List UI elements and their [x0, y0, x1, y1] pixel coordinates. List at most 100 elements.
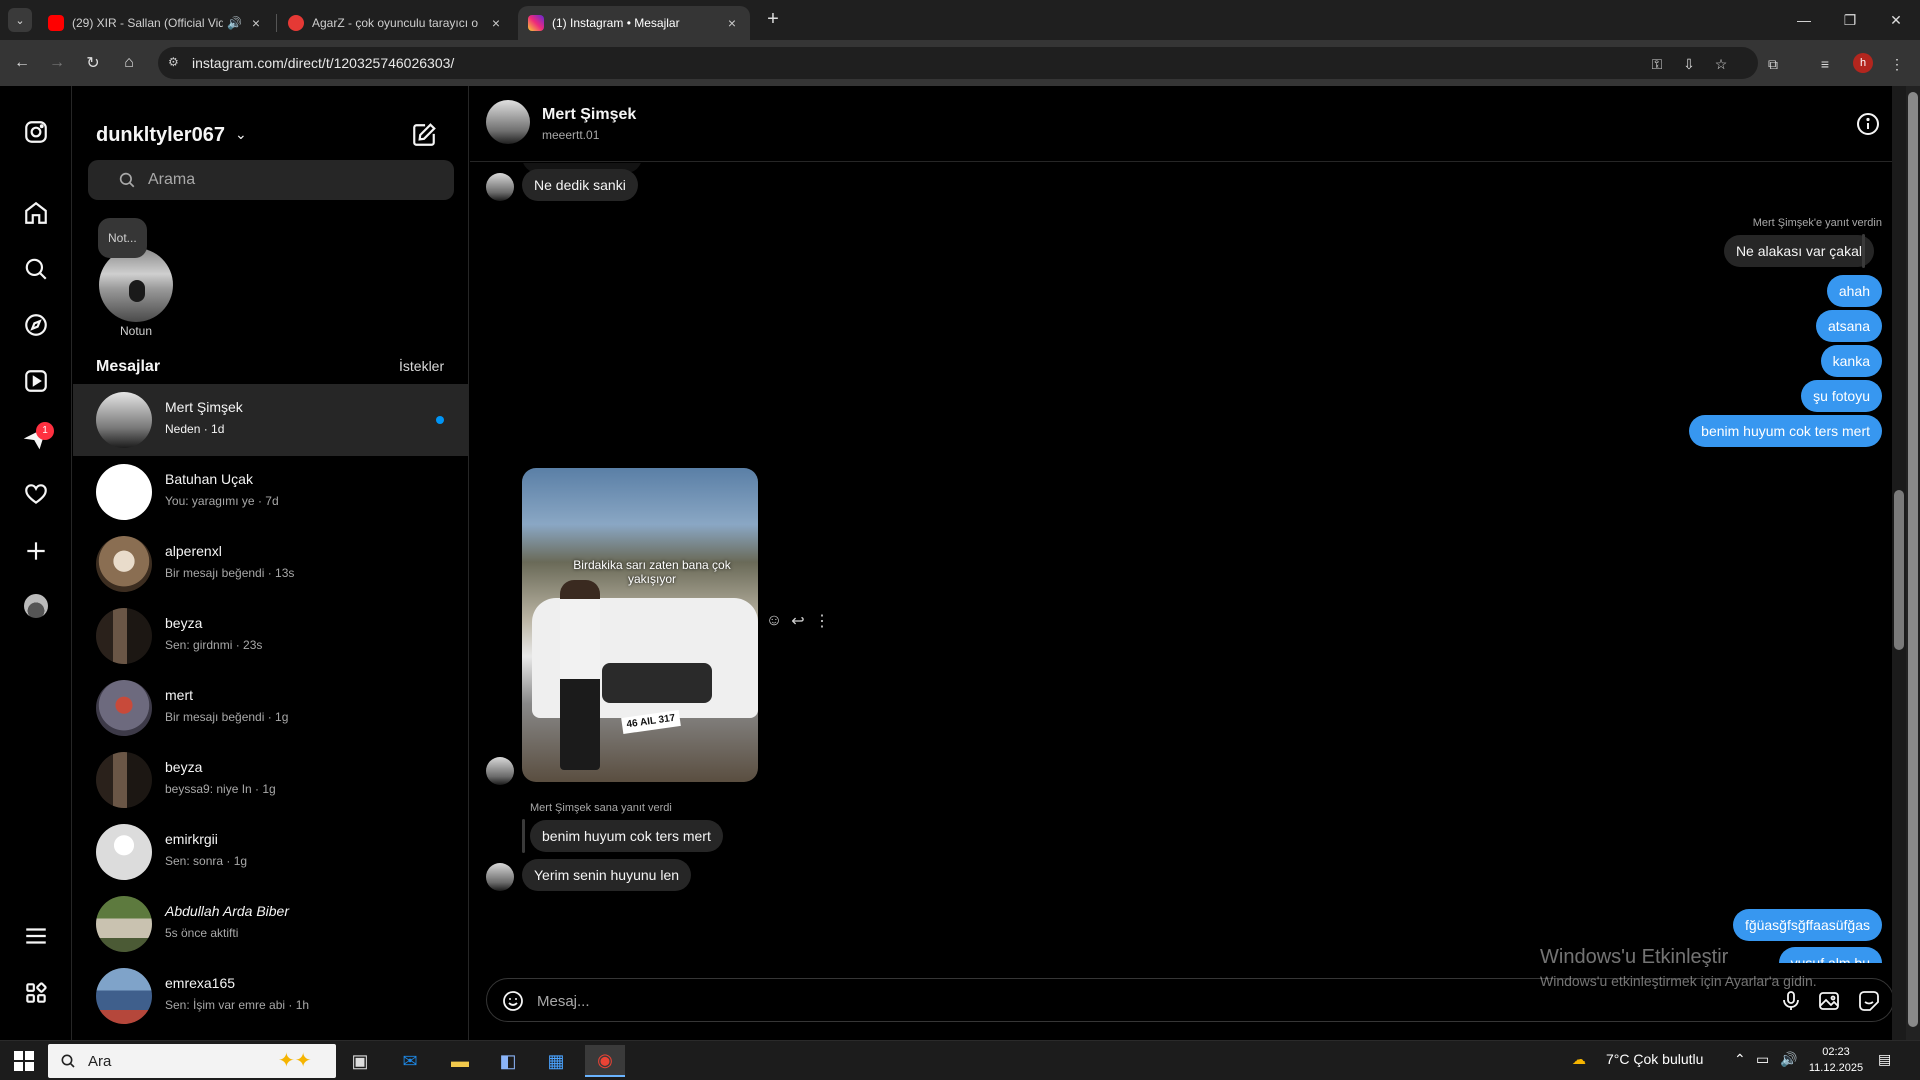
close-tab-icon[interactable]: ×	[248, 15, 264, 31]
new-tab-button[interactable]: +	[760, 8, 786, 32]
restore-button[interactable]: ❐	[1827, 0, 1873, 40]
outlook-icon[interactable]: ✉	[390, 1045, 430, 1077]
emoji-react-icon[interactable]: ☺	[764, 611, 784, 631]
instagram-logo-icon[interactable]	[22, 118, 50, 146]
message-input[interactable]	[537, 989, 1637, 1013]
extensions-icon[interactable]: ⧉	[1762, 53, 1784, 75]
emoji-icon[interactable]	[501, 989, 525, 1013]
thread-item[interactable]: Abdullah Arda Biber 5s önce aktifti	[73, 888, 468, 960]
minimize-button[interactable]: —	[1781, 0, 1827, 40]
note-bubble[interactable]: Not...	[98, 218, 147, 258]
search-input[interactable]	[148, 168, 428, 192]
thread-name: emrexa165	[165, 975, 236, 991]
thread-item[interactable]: beyza beyssa9: niye In · 1g	[73, 744, 468, 816]
close-tab-icon[interactable]: ×	[724, 15, 740, 31]
site-info-icon[interactable]: ⚙	[168, 55, 184, 71]
reply-indicator-bar	[522, 819, 525, 853]
outgoing-message[interactable]: şu fotoyu	[1801, 380, 1882, 412]
notifications-heart-icon[interactable]	[22, 480, 50, 508]
note-avatar[interactable]	[99, 248, 173, 322]
bookmark-star-icon[interactable]: ☆	[1710, 53, 1732, 75]
outgoing-message[interactable]: fğüasğfsğffaasüfğas	[1732, 909, 1882, 941]
url-text[interactable]: instagram.com/direct/t/120325746026303/	[192, 55, 454, 71]
menu-hamburger-icon[interactable]	[22, 922, 50, 950]
outgoing-message[interactable]: ahah	[1826, 275, 1882, 307]
thread-item[interactable]: beyza Sen: girdnmi · 23s	[73, 600, 468, 672]
compose-new-message-icon[interactable]	[411, 122, 437, 148]
more-apps-icon[interactable]	[22, 979, 50, 1007]
search-icon[interactable]	[22, 255, 50, 283]
thread-item[interactable]: emirkrgii Sen: sonra · 1g	[73, 816, 468, 888]
profile-avatar[interactable]: h	[1853, 53, 1873, 73]
chevron-down-icon[interactable]: ⌄	[235, 126, 247, 143]
windows-start-icon[interactable]	[14, 1051, 34, 1071]
task-view-icon[interactable]: ▣	[340, 1045, 380, 1077]
close-tab-icon[interactable]: ×	[488, 15, 504, 31]
thread-item[interactable]: mert Bir mesajı beğendi · 1g	[73, 672, 468, 744]
avatar	[96, 752, 152, 808]
weather-text[interactable]: 7°C Çok bulutlu	[1606, 1051, 1703, 1067]
chevron-up-icon[interactable]: ⌃	[1734, 1051, 1746, 1068]
file-explorer-icon[interactable]: ▬	[440, 1045, 480, 1077]
app-icon[interactable]: ◧	[488, 1045, 528, 1077]
tab-youtube[interactable]: (29) XIR - Sallan (Official Vid 🔊 ×	[38, 6, 274, 40]
outgoing-message[interactable]: atsana	[1815, 310, 1882, 342]
home-button[interactable]: ⌂	[116, 50, 142, 76]
back-button[interactable]: ←	[9, 50, 35, 76]
forward-button[interactable]: →	[44, 50, 70, 76]
thread-item[interactable]: emrexa165 Sen: İşim var emre abi · 1h	[73, 960, 468, 1032]
tab-search-button[interactable]: ⌄	[8, 8, 32, 32]
microphone-icon[interactable]	[1779, 989, 1803, 1013]
tab-instagram[interactable]: (1) Instagram • Mesajlar ×	[518, 6, 750, 40]
install-app-icon[interactable]: ⇩	[1678, 53, 1700, 75]
threads-panel: dunkltyler067 ⌄ Not... Notun Mesajlar İs…	[73, 86, 469, 1040]
profile-avatar[interactable]	[24, 594, 48, 618]
network-icon[interactable]: ▭	[1756, 1051, 1769, 1068]
quoted-reply[interactable]: Ne alakası var çakal	[1723, 235, 1874, 267]
volume-icon[interactable]: 🔊	[1780, 1051, 1797, 1068]
browser-menu-icon[interactable]: ⋮	[1886, 53, 1908, 75]
more-options-icon[interactable]: ⋮	[812, 611, 832, 631]
password-key-icon[interactable]: ⚿	[1646, 53, 1668, 75]
chat-scrollbar-thumb[interactable]	[1894, 490, 1904, 650]
outgoing-message[interactable]: kanka	[1820, 345, 1882, 377]
thread-preview: Sen: İşim var emre abi · 1h	[165, 998, 310, 1012]
close-window-button[interactable]: ✕	[1873, 0, 1919, 40]
create-plus-icon[interactable]	[22, 537, 50, 565]
thread-item[interactable]: alperenxl Bir mesajı beğendi · 13s	[73, 528, 468, 600]
incoming-message[interactable]: Yerim senin huyunu len	[522, 859, 692, 891]
outgoing-message[interactable]: benim huyum cok ters mert	[1689, 415, 1882, 447]
taskbar-search[interactable]: Ara ✦✦	[48, 1044, 336, 1078]
thread-item[interactable]: Mert Şimşek Neden · 1d	[73, 384, 468, 456]
home-icon[interactable]	[22, 199, 50, 227]
reels-icon[interactable]	[22, 367, 50, 395]
weather-icon[interactable]: ☁	[1572, 1051, 1586, 1068]
address-bar[interactable]: ⚙ instagram.com/direct/t/120325746026303…	[158, 47, 1758, 79]
quoted-reply[interactable]: benim huyum cok ters mert	[530, 820, 723, 852]
account-username[interactable]: dunkltyler067	[96, 124, 225, 147]
page-scrollbar-thumb[interactable]	[1908, 92, 1918, 1027]
conversation-name[interactable]: Mert Şimşek	[542, 106, 636, 124]
tab-agarz[interactable]: AgarZ - çok oyunculu tarayıcı o ×	[278, 6, 514, 40]
chrome-icon[interactable]: ◉	[585, 1045, 625, 1077]
watermark-title: Windows'u Etkinleştir	[1540, 946, 1729, 968]
avatar[interactable]	[486, 100, 530, 144]
thread-name: Batuhan Uçak	[165, 471, 253, 487]
sticker-icon[interactable]	[1857, 989, 1881, 1013]
info-icon[interactable]	[1856, 112, 1880, 136]
image-icon[interactable]	[1817, 989, 1841, 1013]
shared-photo[interactable]: 46 AIL 317 Birdakika sarı zaten bana çok…	[522, 468, 758, 782]
unread-dot	[436, 416, 444, 424]
search-box[interactable]	[88, 160, 454, 200]
media-controls-icon[interactable]: ≡	[1814, 53, 1836, 75]
notifications-icon[interactable]: ▤	[1878, 1051, 1891, 1068]
requests-link[interactable]: İstekler	[399, 358, 444, 374]
incoming-message[interactable]: Ne dedik sanki	[522, 169, 638, 201]
speaker-icon[interactable]: 🔊	[227, 16, 242, 30]
reload-button[interactable]: ↻	[80, 50, 106, 76]
explore-compass-icon[interactable]	[22, 311, 50, 339]
clock[interactable]: 02:23 11.12.2025	[1806, 1044, 1866, 1076]
thread-item[interactable]: Batuhan Uçak You: yaragımı ye · 7d	[73, 456, 468, 528]
microsoft-store-icon[interactable]: ▦	[536, 1045, 576, 1077]
reply-arrow-icon[interactable]: ↩	[788, 611, 808, 631]
